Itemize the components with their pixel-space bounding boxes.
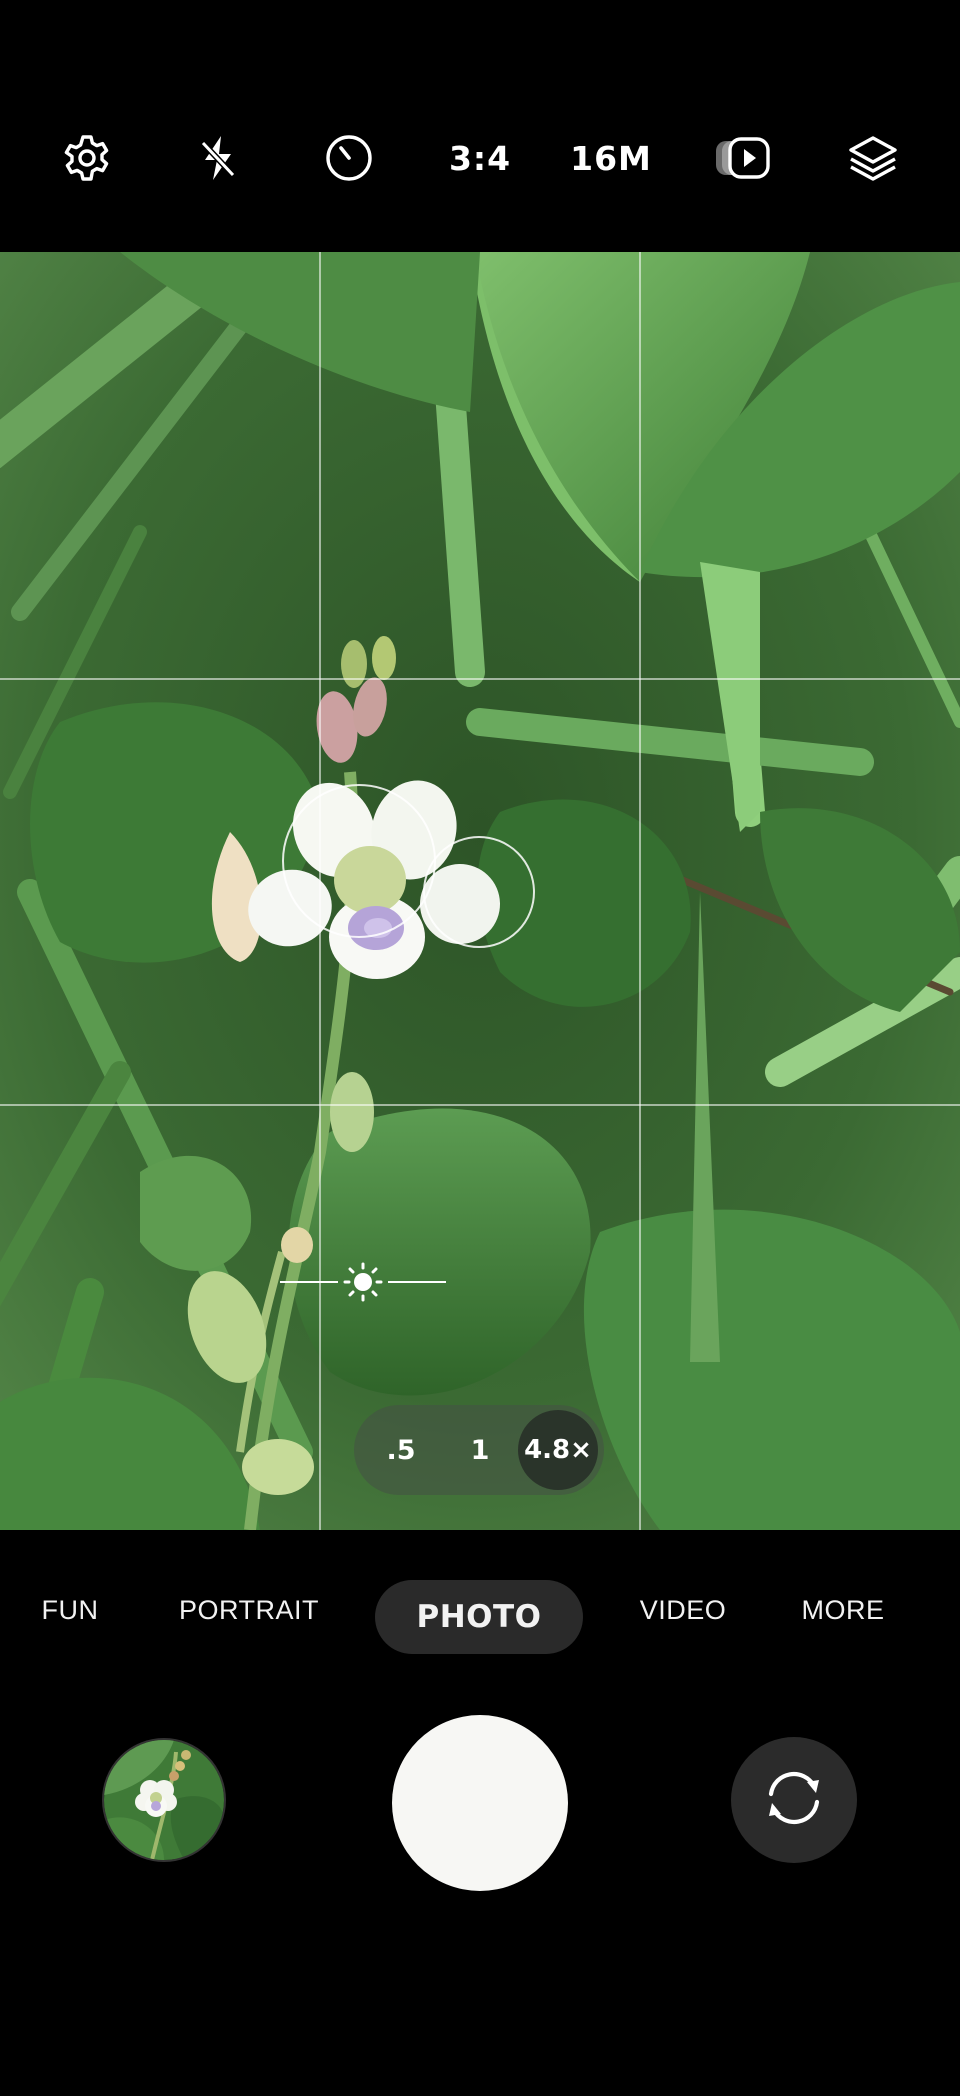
gallery-thumbnail[interactable]	[102, 1738, 226, 1862]
mode-more[interactable]: MORE	[790, 1530, 896, 1690]
aspect-ratio-button[interactable]: 3:4	[430, 118, 530, 198]
camera-viewfinder[interactable]	[0, 252, 960, 1530]
grid-line-horizontal	[0, 678, 960, 680]
mode-fun[interactable]: FUN	[30, 1530, 110, 1690]
switch-camera-button[interactable]	[731, 1737, 857, 1863]
resolution-label: 16M	[570, 138, 652, 178]
zoom-option-0.5[interactable]: .5	[366, 1405, 436, 1495]
camera-top-bar: 3:4 16M	[0, 0, 960, 252]
capture-bar	[0, 1690, 960, 2096]
exposure-slider[interactable]	[280, 1262, 446, 1302]
switch-camera-icon	[761, 1768, 827, 1833]
camera-mode-bar: FUN PORTRAIT PHOTO VIDEO MORE	[0, 1530, 960, 1690]
mode-video[interactable]: VIDEO	[630, 1530, 736, 1690]
timer-icon[interactable]	[309, 118, 389, 198]
shutter-button[interactable]	[392, 1715, 568, 1891]
focus-ring	[423, 836, 535, 948]
zoom-selector: .5 1 4.8×	[354, 1405, 604, 1495]
mode-portrait[interactable]: PORTRAIT	[170, 1530, 328, 1690]
motion-photo-icon[interactable]	[702, 118, 782, 198]
zoom-option-4.8-active[interactable]: 4.8×	[518, 1410, 598, 1490]
filters-icon[interactable]	[833, 118, 913, 198]
resolution-button[interactable]: 16M	[561, 118, 661, 198]
focus-ring	[282, 784, 436, 938]
grid-line-vertical	[639, 252, 641, 1530]
grid-line-horizontal	[0, 1104, 960, 1106]
mode-photo-active[interactable]: PHOTO	[375, 1580, 583, 1654]
zoom-option-1[interactable]: 1	[445, 1405, 515, 1495]
settings-icon[interactable]	[47, 118, 127, 198]
flash-off-icon[interactable]	[178, 118, 258, 198]
aspect-ratio-label: 3:4	[448, 138, 512, 178]
